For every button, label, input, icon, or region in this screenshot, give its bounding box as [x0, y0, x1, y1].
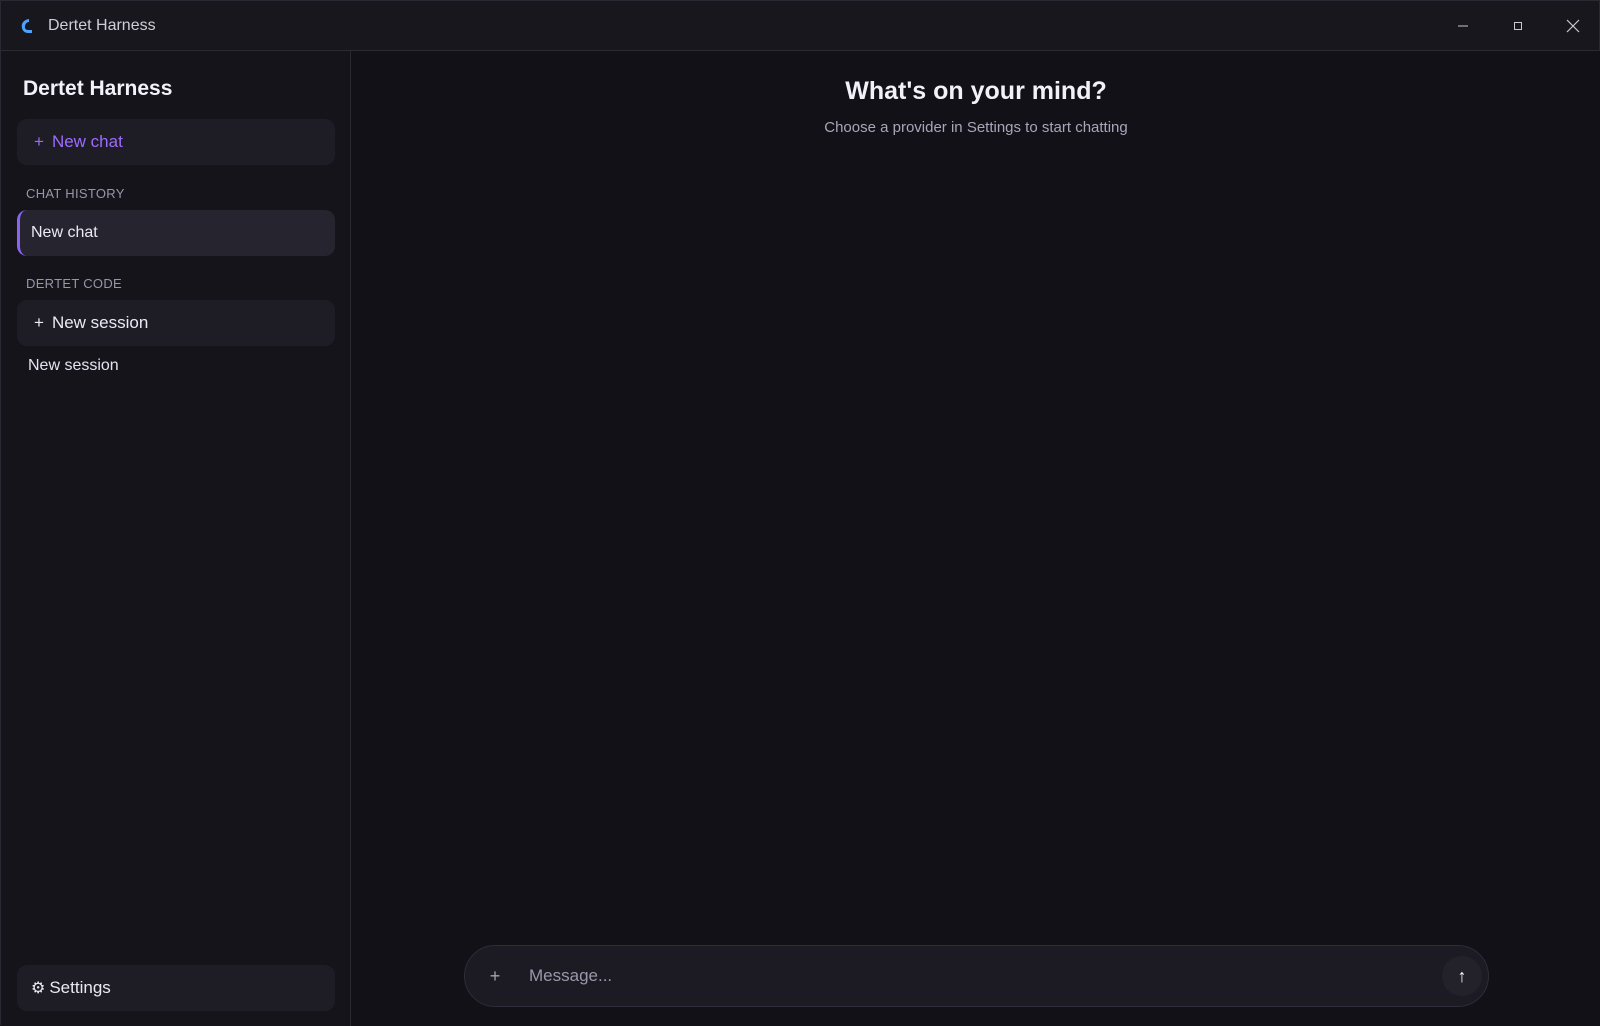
session-item-label: New session	[28, 357, 119, 374]
main-panel: What's on your mind? Choose a provider i…	[351, 51, 1600, 1026]
message-input[interactable]	[529, 962, 1389, 990]
message-composer: + ↑	[464, 945, 1489, 1007]
attach-button[interactable]: +	[483, 964, 507, 988]
close-icon	[1566, 19, 1580, 33]
chat-history-item[interactable]: New chat	[17, 210, 335, 256]
settings-label: Settings	[49, 978, 111, 997]
minimize-button[interactable]	[1437, 1, 1489, 51]
plus-icon: +	[489, 965, 501, 986]
maximize-button[interactable]	[1492, 1, 1544, 51]
session-item[interactable]: New session	[17, 348, 335, 384]
sidebar: Dertet Harness + New chat CHAT HISTORY N…	[1, 51, 351, 1026]
sidebar-brand: Dertet Harness	[23, 77, 173, 100]
welcome-headline: What's on your mind?	[845, 77, 1107, 105]
gear-icon: ⚙	[31, 980, 46, 997]
window-title: Dertet Harness	[48, 17, 156, 34]
arrow-up-icon: ↑	[1457, 965, 1467, 986]
new-session-button[interactable]: + New session	[17, 300, 335, 346]
plus-icon: +	[34, 132, 44, 151]
close-button[interactable]	[1547, 1, 1599, 51]
plus-icon: +	[34, 313, 44, 332]
welcome-subline: Choose a provider in Settings to start c…	[824, 119, 1128, 136]
send-button[interactable]: ↑	[1442, 956, 1482, 996]
settings-button[interactable]: ⚙ Settings	[17, 965, 335, 1011]
new-chat-label: New chat	[51, 132, 123, 151]
app-logo-icon	[21, 19, 32, 33]
app-window: Dertet Harness Dertet Harness + New chat…	[0, 0, 1600, 1026]
dertet-code-heading: DERTET CODE	[26, 276, 123, 291]
title-bar[interactable]: Dertet Harness	[1, 1, 1599, 51]
new-chat-button[interactable]: + New chat	[17, 119, 335, 165]
new-session-label: New session	[51, 313, 149, 332]
chat-history-item-label: New chat	[31, 224, 98, 241]
minimize-icon	[1458, 25, 1468, 27]
chat-history-heading: CHAT HISTORY	[26, 186, 125, 201]
maximize-icon	[1514, 22, 1522, 30]
